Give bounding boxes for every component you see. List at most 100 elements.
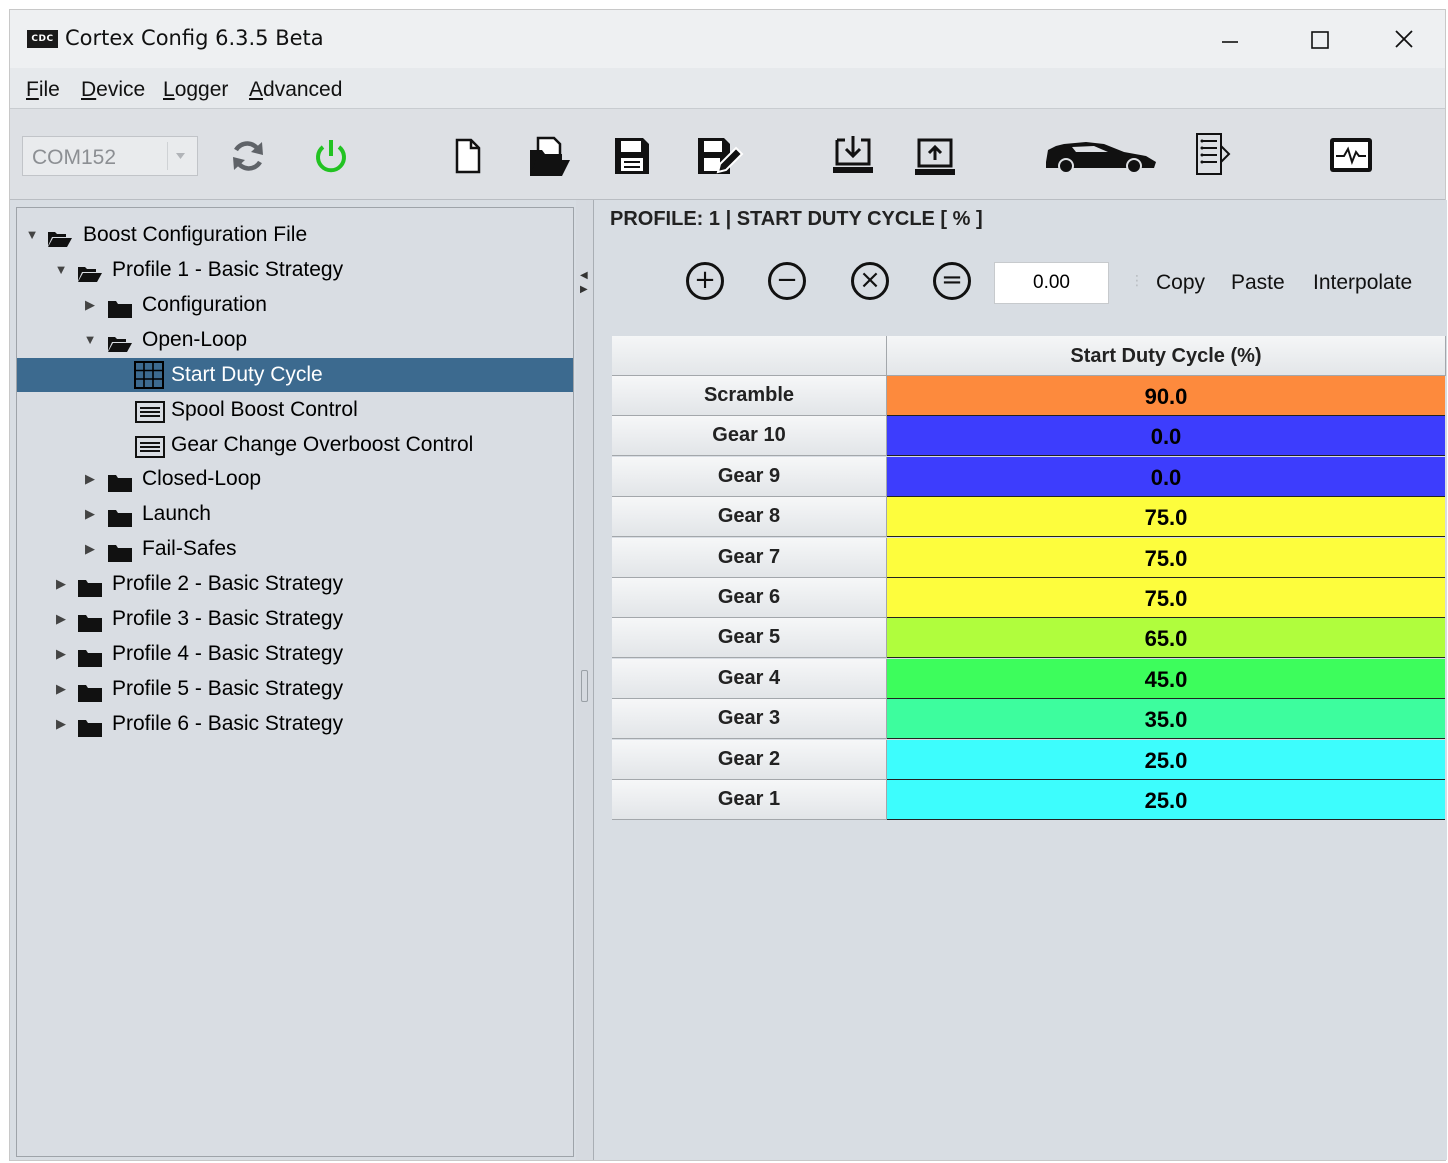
- tree-node-profile-3[interactable]: ▶ Profile 3 - Basic Strategy: [17, 602, 573, 636]
- download-from-device-icon[interactable]: [831, 134, 875, 183]
- table-cell[interactable]: 75.0: [887, 537, 1445, 578]
- tree-node-spool-boost-control[interactable]: Spool Boost Control: [17, 393, 573, 427]
- row-header[interactable]: Gear 8: [612, 497, 887, 538]
- row-header[interactable]: Gear 5: [612, 618, 887, 659]
- tree-label-fail-safes: Fail-Safes: [142, 537, 237, 560]
- chevron-down-icon[interactable]: [167, 142, 193, 170]
- row-header[interactable]: Gear 3: [612, 699, 887, 740]
- tree-label-profile-4: Profile 4 - Basic Strategy: [112, 642, 344, 665]
- menu-device[interactable]: Device: [81, 78, 145, 102]
- menu-device-label: evice: [96, 78, 146, 101]
- collapsed-arrow-icon[interactable]: ▶: [54, 602, 68, 636]
- menu-bar: File Device Logger Advanced: [10, 68, 1445, 109]
- config-list-icon[interactable]: [1193, 132, 1237, 183]
- collapsed-arrow-icon[interactable]: ▶: [54, 637, 68, 671]
- collapsed-arrow-icon[interactable]: ▶: [54, 567, 68, 601]
- save-as-icon[interactable]: [696, 136, 744, 183]
- multiply-icon: ×: [859, 265, 881, 295]
- expanded-arrow-icon[interactable]: ▼: [25, 218, 39, 252]
- table-cell[interactable]: 45.0: [887, 658, 1445, 699]
- expanded-arrow-icon[interactable]: ▼: [54, 253, 68, 287]
- collapsed-arrow-icon[interactable]: ▶: [83, 288, 97, 322]
- maximize-icon: [1311, 31, 1329, 49]
- table-cell[interactable]: 75.0: [887, 578, 1445, 618]
- minimize-icon: [1222, 41, 1238, 43]
- tree-node-profile-4[interactable]: ▶ Profile 4 - Basic Strategy: [17, 637, 573, 671]
- tree-node-root[interactable]: ▼ Boost Configuration File: [17, 218, 573, 252]
- close-button[interactable]: [1374, 16, 1434, 62]
- tree-node-profile-1[interactable]: ▼ Profile 1 - Basic Strategy: [17, 253, 573, 287]
- power-icon[interactable]: [311, 136, 351, 181]
- minimize-button[interactable]: [1200, 16, 1260, 62]
- maximize-button[interactable]: [1290, 16, 1350, 62]
- split-pane-divider[interactable]: ◀ ▶: [576, 200, 594, 1160]
- row-header[interactable]: Gear 10: [612, 416, 887, 457]
- menu-file[interactable]: File: [26, 78, 60, 102]
- plus-icon: +: [694, 265, 716, 295]
- table-cell[interactable]: 25.0: [887, 739, 1445, 780]
- collapsed-arrow-icon[interactable]: ▶: [83, 532, 97, 566]
- tree-node-open-loop[interactable]: ▼ Open-Loop: [17, 323, 573, 357]
- content-area: ▼ Boost Configuration File ▼ Profile 1 -…: [10, 200, 1447, 1160]
- tree-node-configuration[interactable]: ▶ Configuration: [17, 288, 573, 322]
- tree-label-closed-loop: Closed-Loop: [142, 467, 262, 490]
- new-file-icon[interactable]: [453, 138, 483, 179]
- paste-button[interactable]: Paste: [1231, 271, 1285, 295]
- table-row: Gear 9 0.0: [612, 456, 1446, 497]
- open-file-icon[interactable]: [528, 136, 572, 183]
- car-icon[interactable]: [1042, 138, 1160, 179]
- row-header[interactable]: Gear 4: [612, 658, 887, 699]
- table-cell[interactable]: 75.0: [887, 497, 1445, 538]
- collapsed-arrow-icon[interactable]: ▶: [83, 462, 97, 496]
- collapsed-arrow-icon[interactable]: ▶: [54, 707, 68, 741]
- interpolate-button[interactable]: Interpolate: [1313, 271, 1412, 295]
- expanded-arrow-icon[interactable]: ▼: [83, 323, 97, 357]
- com-port-select[interactable]: COM152: [22, 136, 198, 176]
- tree-node-profile-5[interactable]: ▶ Profile 5 - Basic Strategy: [17, 672, 573, 706]
- table-row: Gear 8 75.0: [612, 497, 1446, 538]
- row-header[interactable]: Gear 9: [612, 456, 887, 497]
- refresh-icon[interactable]: [228, 136, 268, 181]
- table-cell[interactable]: 25.0: [887, 780, 1445, 820]
- upload-to-device-icon[interactable]: [913, 136, 957, 183]
- add-button[interactable]: +: [686, 262, 724, 300]
- row-header[interactable]: Gear 6: [612, 578, 887, 618]
- table-row: Gear 2 25.0: [612, 739, 1446, 780]
- row-header[interactable]: Gear 2: [612, 739, 887, 780]
- splitter-grip[interactable]: [581, 670, 588, 702]
- collapse-left-icon[interactable]: ◀: [580, 270, 588, 281]
- table-cell[interactable]: 0.0: [887, 416, 1445, 457]
- row-header[interactable]: Scramble: [612, 376, 887, 416]
- operand-input[interactable]: [994, 262, 1109, 304]
- menu-logger[interactable]: Logger: [163, 78, 228, 102]
- multiply-button[interactable]: ×: [851, 262, 889, 300]
- collapsed-arrow-icon[interactable]: ▶: [83, 497, 97, 531]
- table-cell[interactable]: 90.0: [887, 376, 1445, 416]
- menu-logger-mnemonic: L: [163, 78, 175, 101]
- table-cell[interactable]: 65.0: [887, 618, 1445, 659]
- save-icon[interactable]: [613, 136, 651, 181]
- com-port-value: COM152: [32, 146, 117, 169]
- tree-node-start-duty-cycle[interactable]: Start Duty Cycle: [17, 358, 573, 392]
- tree-node-gear-change-overboost[interactable]: Gear Change Overboost Control: [17, 428, 573, 462]
- table-cell[interactable]: 35.0: [887, 699, 1445, 740]
- table-cell[interactable]: 0.0: [887, 456, 1445, 497]
- menu-advanced[interactable]: Advanced: [249, 78, 342, 102]
- subtract-button[interactable]: −: [768, 262, 806, 300]
- tree-node-closed-loop[interactable]: ▶ Closed-Loop: [17, 462, 573, 496]
- row-header[interactable]: Gear 1: [612, 780, 887, 820]
- menu-logger-label: ogger: [174, 78, 229, 101]
- menu-file-mnemonic: F: [26, 78, 39, 101]
- monitor-icon[interactable]: [1328, 136, 1374, 181]
- tree-label-root: Boost Configuration File: [83, 223, 308, 246]
- tree-node-profile-2[interactable]: ▶ Profile 2 - Basic Strategy: [17, 567, 573, 601]
- tree-node-profile-6[interactable]: ▶ Profile 6 - Basic Strategy: [17, 707, 573, 741]
- tree-node-fail-safes[interactable]: ▶ Fail-Safes: [17, 532, 573, 566]
- tree-label-configuration: Configuration: [142, 293, 267, 316]
- collapsed-arrow-icon[interactable]: ▶: [54, 672, 68, 706]
- set-value-button[interactable]: =: [933, 262, 971, 300]
- collapse-right-icon[interactable]: ▶: [580, 284, 588, 295]
- row-header[interactable]: Gear 7: [612, 537, 887, 578]
- copy-button[interactable]: Copy: [1156, 271, 1205, 295]
- tree-node-launch[interactable]: ▶ Launch: [17, 497, 573, 531]
